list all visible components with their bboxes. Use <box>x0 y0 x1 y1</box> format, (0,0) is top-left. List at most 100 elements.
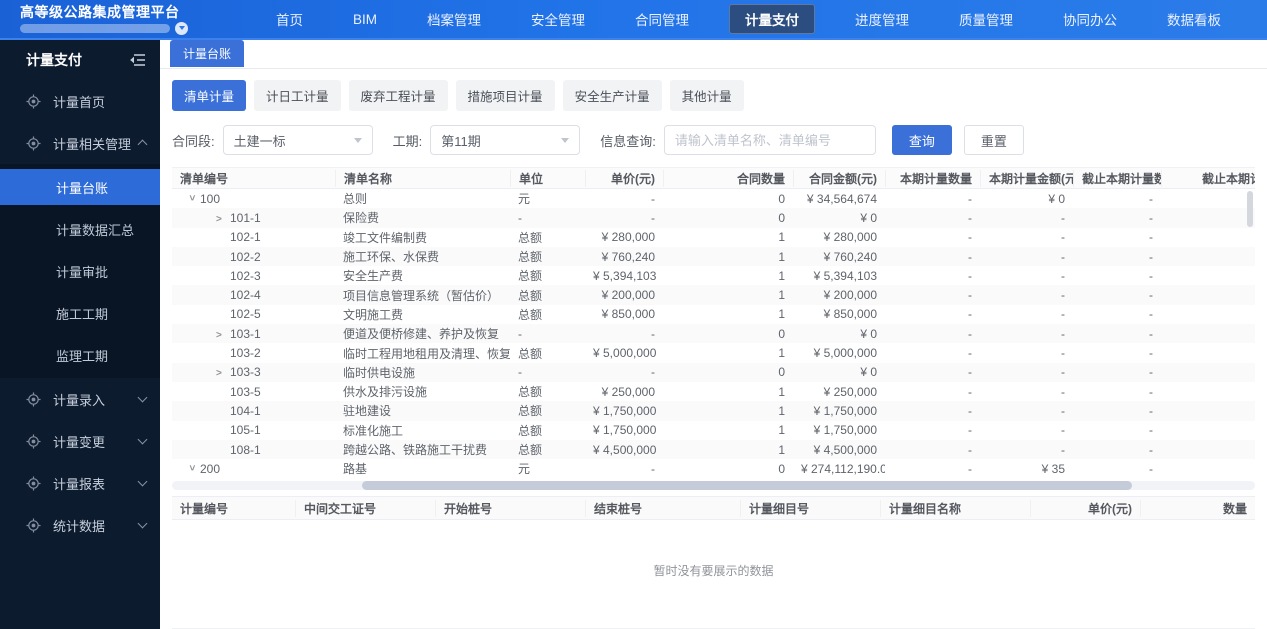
sidebar-item[interactable]: 计量报表 <box>0 462 160 504</box>
collapse-sidebar-icon[interactable] <box>130 53 146 67</box>
page-tab-ledger[interactable]: 计量台账 <box>170 40 245 67</box>
collapse-row-icon[interactable]: > <box>186 195 197 206</box>
expand-row-icon[interactable]: > <box>216 330 230 341</box>
sub-tab[interactable]: 其他计量 <box>669 80 744 111</box>
column-header: 本期计量金额(元) <box>980 169 1073 187</box>
expand-row-icon[interactable]: > <box>216 368 230 379</box>
sidebar-subitem[interactable]: 计量台账 <box>0 169 160 205</box>
horizontal-scrollbar-thumb[interactable] <box>362 481 1132 491</box>
chevron-down-icon <box>137 434 148 445</box>
table-row[interactable]: >108-1 跨越公路、铁路施工干扰费 总额 ¥ 4,500,000 1 ¥ 4,500,… <box>172 439 1255 460</box>
cell: - <box>1149 461 1153 476</box>
nav-item[interactable]: 数据看板 <box>1157 4 1231 34</box>
contract-select[interactable]: 土建一标 <box>222 125 373 155</box>
cell: - <box>1061 365 1065 380</box>
cell: - <box>1061 288 1065 303</box>
table-row[interactable]: >103-1便道及便桥修建、养护及恢复--0¥ 0---- <box>172 324 1255 344</box>
cell: 1 <box>778 230 785 245</box>
column-header: 开始桩号 <box>435 499 585 517</box>
nav-item[interactable]: 协同办公 <box>1053 4 1127 34</box>
cell: - <box>968 346 972 361</box>
cell: 标准化施工 <box>343 423 404 438</box>
cell: - <box>1061 249 1065 264</box>
table-row[interactable]: >105-1标准化施工总额¥ 1,750,0001¥ 1,750,000---- <box>172 421 1255 440</box>
cell: - <box>968 326 972 341</box>
search-input[interactable] <box>663 125 876 155</box>
sub-tab[interactable]: 清单计量 <box>172 80 247 111</box>
cell: ¥ 5,394,103 <box>813 268 877 283</box>
table-row[interactable]: >101-1保险费--0¥ 0---- <box>172 208 1255 228</box>
nav-item[interactable]: 计量支付 <box>729 4 816 34</box>
cell: - <box>1149 191 1153 206</box>
row-code: 104-1 <box>230 403 261 418</box>
cell: ¥ 1,750,000 <box>593 423 657 438</box>
cell: >103-3 <box>172 365 335 379</box>
sidebar-item[interactable]: 计量录入 <box>0 378 160 420</box>
table-row[interactable]: >104-1驻地建设总额¥ 1,750,0001¥ 1,750,000---- <box>172 401 1255 421</box>
table-row[interactable]: >100总则元-0¥ 34,564,674-¥ 0-- <box>172 189 1255 208</box>
cell: - <box>1161 462 1255 476</box>
table-row[interactable]: >103-5供水及排污设施总额¥ 250,0001¥ 250,000---- <box>172 382 1255 401</box>
table-row[interactable]: >102-1竣工文件编制费总额¥ 280,0001¥ 280,000---- <box>172 228 1255 247</box>
cell: 临时供电设施 <box>343 365 416 380</box>
table-row[interactable]: >103-3临时供电设施--0¥ 0---- <box>172 362 1255 382</box>
nav-item[interactable]: 档案管理 <box>417 4 491 34</box>
sidebar-subitem[interactable]: 监理工期 <box>0 334 160 376</box>
nav-item[interactable]: 系统设定 <box>1261 4 1267 34</box>
sidebar-item[interactable]: 计量首页 <box>0 80 160 122</box>
column-header: 结束桩号 <box>585 499 740 517</box>
cell: 总额 <box>518 250 543 265</box>
project-switch-chevron[interactable] <box>175 21 188 35</box>
table-row[interactable]: >102-4 项目信息管理系统（暂估价） 总额 ¥ 200,000 1 ¥ 200,000… <box>172 285 1255 305</box>
table-row[interactable]: >103-2 临时工程用地租用及清理、恢复与还... 总额 ¥ 5,000,000 1 ¥… <box>172 343 1255 362</box>
cell: - <box>1061 268 1065 283</box>
query-button[interactable]: 查询 <box>891 125 952 155</box>
collapse-row-icon[interactable]: > <box>186 465 197 476</box>
sidebar-subitem[interactable]: 计量数据汇总 <box>0 208 160 250</box>
sub-tab[interactable]: 措施项目计量 <box>455 80 555 111</box>
cell: - <box>651 461 655 476</box>
vertical-scrollbar[interactable] <box>1247 191 1253 227</box>
nav-item[interactable]: 安全管理 <box>521 4 595 34</box>
sidebar-item-label: 统计数据 <box>53 518 106 534</box>
sidebar-item-label: 计量录入 <box>53 392 106 408</box>
cell: 驻地建设 <box>343 404 392 419</box>
table-row[interactable]: >102-3安全生产费总额¥ 5,394,1031¥ 5,394,103---- <box>172 266 1255 285</box>
nav-item[interactable]: 首页 <box>266 4 313 34</box>
sub-tab[interactable]: 安全生产计量 <box>562 80 662 111</box>
cell: - <box>1161 307 1255 321</box>
cell: 跨越公路、铁路施工干扰费 <box>343 443 488 457</box>
sidebar-item[interactable]: 计量变更 <box>0 420 160 462</box>
cell: >101-1 <box>172 211 335 225</box>
cell: - <box>1149 210 1153 225</box>
column-header: 计量细目号 <box>740 499 880 517</box>
column-header: 计量编号 <box>180 501 229 516</box>
table-row[interactable]: >102-5文明施工费总额¥ 850,0001¥ 850,000---- <box>172 305 1255 324</box>
nav-item[interactable]: BIM <box>343 7 387 32</box>
period-select[interactable]: 第11期 <box>430 125 581 155</box>
measure-detail-table: 计量编号 中间交工证号 开始桩号 结束桩号 计量细目号 计量细目名称 单价(元) 数量 暂时没… <box>172 496 1255 629</box>
table-row[interactable]: >200路基元-0¥ 274,112,190.01-¥ 35-- <box>172 459 1255 478</box>
sidebar-item[interactable]: 计量相关管理 <box>0 122 160 164</box>
cell: >102-4 <box>172 288 335 302</box>
expand-row-icon[interactable]: > <box>216 214 230 225</box>
cell: 1 <box>778 249 785 264</box>
cell: - <box>1149 326 1153 341</box>
cell: ¥ 4,500,000 <box>593 442 657 457</box>
nav-item[interactable]: 质量管理 <box>949 4 1023 34</box>
nav-item[interactable]: 进度管理 <box>845 4 919 34</box>
cell: - <box>1149 423 1153 438</box>
sidebar-item[interactable]: 统计数据 <box>0 504 160 546</box>
reset-button[interactable]: 重置 <box>963 125 1024 155</box>
nav-item[interactable]: 合同管理 <box>625 4 699 34</box>
sidebar-item-label: 计量相关管理 <box>53 136 132 152</box>
sub-tab[interactable]: 废弃工程计量 <box>348 80 448 111</box>
table-row[interactable]: >102-2施工环保、水保费总额¥ 760,2401¥ 760,240---- <box>172 246 1255 267</box>
cell: - <box>968 403 972 418</box>
row-code: 102-2 <box>230 249 261 264</box>
sub-tab[interactable]: 计日工计量 <box>254 80 341 111</box>
sidebar-subitem[interactable]: 计量审批 <box>0 250 160 292</box>
column-header: 截止本期计量数量 <box>1073 169 1161 187</box>
cell: - <box>968 210 972 225</box>
sidebar-subitem[interactable]: 施工工期 <box>0 292 160 334</box>
